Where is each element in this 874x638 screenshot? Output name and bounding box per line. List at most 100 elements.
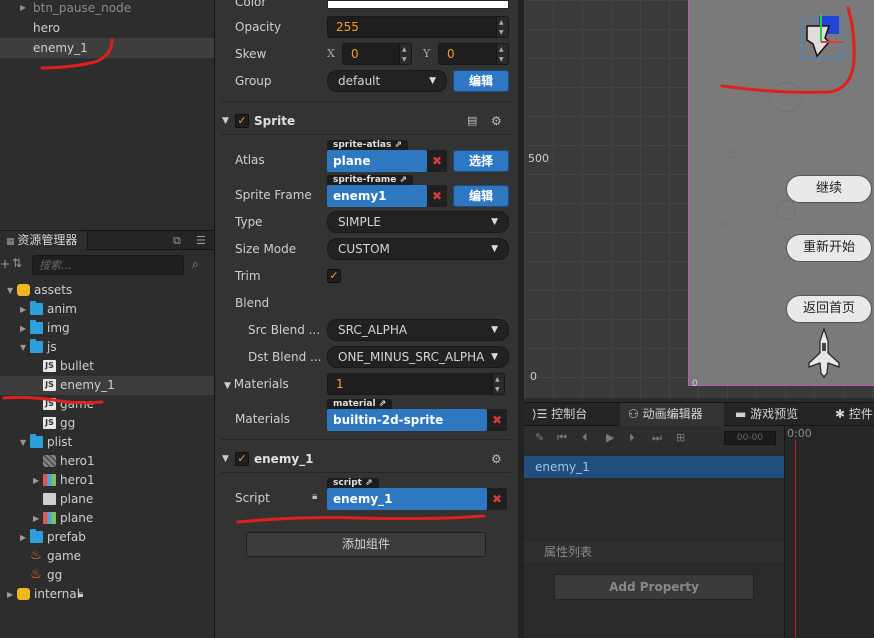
- hierarchy-item[interactable]: ▶ btn_pause_node: [0, 0, 214, 18]
- sprite-enabled-checkbox[interactable]: ✓: [235, 114, 249, 128]
- enemy-sprite-gizmo[interactable]: [799, 14, 845, 60]
- menu-icon[interactable]: ☰: [196, 234, 206, 247]
- clear-icon[interactable]: ✖: [427, 185, 447, 207]
- script-enabled-checkbox[interactable]: ✓: [235, 452, 249, 466]
- maximize-icon[interactable]: ⧉: [173, 234, 181, 248]
- first-frame-icon[interactable]: ⏮: [557, 431, 567, 445]
- expand-caret-icon[interactable]: ▶: [7, 585, 13, 604]
- collapse-caret-icon[interactable]: ▼: [222, 110, 229, 132]
- asset-tree-item[interactable]: ▶ plane: [0, 509, 214, 528]
- link-icon[interactable]: ⇗: [365, 478, 373, 488]
- expand-caret-icon[interactable]: ▶: [20, 0, 26, 18]
- asset-tree-item[interactable]: hero1: [0, 452, 214, 471]
- clear-icon[interactable]: ✖: [487, 409, 507, 431]
- asset-tree-item[interactable]: ♨ game: [0, 547, 214, 566]
- asset-tree-item[interactable]: ♨ gg: [0, 566, 214, 585]
- asset-tree-item[interactable]: ▼ js: [0, 338, 214, 357]
- create-icon[interactable]: +: [0, 257, 10, 271]
- next-frame-icon[interactable]: ⏵: [629, 431, 635, 445]
- type-dropdown[interactable]: SIMPLE ▼: [327, 211, 509, 233]
- tab-animation-editor[interactable]: ⚇ 动画编辑器: [620, 403, 724, 426]
- collapse-caret-icon[interactable]: ▼: [222, 448, 229, 470]
- dst-blend-dropdown[interactable]: ONE_MINUS_SRC_ALPHA ▼: [327, 346, 509, 368]
- expand-caret-icon[interactable]: ▶: [20, 319, 26, 338]
- expand-caret-icon[interactable]: ▶: [20, 528, 26, 547]
- hierarchy-item-selected[interactable]: enemy_1: [0, 38, 214, 58]
- hero-plane-sprite[interactable]: [807, 327, 841, 379]
- sprite-section-header[interactable]: ▼ ✓ Sprite ▤ ⚙: [221, 110, 511, 132]
- skew-y-input[interactable]: 0: [438, 43, 509, 65]
- tab-assets[interactable]: ▦ 资源管理器: [0, 231, 89, 250]
- settings-gear-icon[interactable]: ⚙: [491, 110, 502, 132]
- skew-x-input[interactable]: 0: [342, 43, 412, 65]
- sort-icon[interactable]: ⇅: [12, 256, 22, 270]
- asset-tree-item[interactable]: ▶ img: [0, 319, 214, 338]
- hierarchy-item[interactable]: hero: [0, 18, 214, 38]
- expand-caret-icon[interactable]: ▶: [33, 471, 39, 490]
- trim-checkbox[interactable]: ✓: [327, 269, 341, 283]
- settings-gear-icon[interactable]: ⚙: [491, 448, 502, 470]
- clear-icon[interactable]: ✖: [487, 488, 507, 510]
- expand-caret-icon[interactable]: ▶: [33, 509, 39, 528]
- link-icon[interactable]: ⇗: [395, 140, 403, 150]
- link-icon[interactable]: ⇗: [379, 399, 387, 409]
- atlas-select-button[interactable]: 选择: [453, 150, 509, 172]
- search-input[interactable]: [32, 255, 184, 275]
- last-frame-icon[interactable]: ⏭: [652, 431, 662, 445]
- tab-widgets[interactable]: ✱ 控件: [827, 403, 874, 426]
- tab-console[interactable]: ⟩☰ 控制台: [524, 403, 616, 426]
- scene-view[interactable]: 继续 重新开始 返回首页 500 0 0: [524, 0, 874, 398]
- asset-tree-item[interactable]: plane: [0, 490, 214, 509]
- animation-node-item[interactable]: enemy_1: [524, 456, 784, 478]
- asset-tree-item[interactable]: ▼ plist: [0, 433, 214, 452]
- group-edit-button[interactable]: 编辑: [453, 70, 509, 92]
- group-dropdown[interactable]: default ▼: [327, 70, 447, 92]
- spinner-icon[interactable]: [496, 17, 508, 37]
- opacity-input[interactable]: 255: [327, 16, 509, 38]
- sprite-frame-edit-button[interactable]: 编辑: [453, 185, 509, 207]
- help-book-icon[interactable]: ▤: [467, 110, 477, 132]
- restart-button[interactable]: 重新开始: [786, 234, 872, 262]
- add-property-button[interactable]: Add Property: [554, 574, 754, 600]
- material-field[interactable]: builtin-2d-sprite: [327, 409, 487, 431]
- size-mode-dropdown[interactable]: CUSTOM ▼: [327, 238, 509, 260]
- script-section-header[interactable]: ▼ ✓ enemy_1 ⚙: [221, 448, 511, 470]
- prev-frame-icon[interactable]: ⏴: [582, 431, 588, 445]
- collapse-caret-icon[interactable]: ▼: [224, 381, 234, 391]
- src-blend-dropdown[interactable]: SRC_ALPHA ▼: [327, 319, 509, 341]
- asset-tree-item[interactable]: ▶ internal 🔒︎: [0, 585, 214, 604]
- tab-game-preview[interactable]: ▬ 游戏预览: [727, 403, 827, 426]
- atlas-field[interactable]: plane: [327, 150, 427, 172]
- asset-tree-item[interactable]: ▼ assets: [0, 281, 214, 300]
- animation-timeline[interactable]: 0:00: [784, 426, 874, 638]
- spinner-icon[interactable]: [496, 44, 508, 64]
- asset-tree-item[interactable]: ▶ prefab: [0, 528, 214, 547]
- collapse-caret-icon[interactable]: ▼: [20, 338, 26, 357]
- script-field[interactable]: enemy_1: [327, 488, 487, 510]
- asset-tree-item[interactable]: JS gg: [0, 414, 214, 433]
- search-icon[interactable]: ⌕: [192, 257, 199, 272]
- add-event-icon[interactable]: ⊞: [676, 431, 685, 444]
- game-canvas[interactable]: 继续 重新开始 返回首页: [688, 0, 874, 386]
- playhead[interactable]: [795, 440, 796, 638]
- expand-caret-icon[interactable]: ▶: [20, 300, 26, 319]
- asset-tree-item[interactable]: JS bullet: [0, 357, 214, 376]
- color-swatch[interactable]: [327, 0, 509, 9]
- asset-tree-item[interactable]: ▶ anim: [0, 300, 214, 319]
- spinner-icon[interactable]: [492, 374, 504, 394]
- link-icon[interactable]: ⇗: [400, 175, 408, 185]
- edit-mode-icon[interactable]: ✎: [535, 431, 544, 444]
- asset-tree-item[interactable]: JS game: [0, 395, 214, 414]
- collapse-caret-icon[interactable]: ▼: [20, 433, 26, 452]
- clear-icon[interactable]: ✖: [427, 150, 447, 172]
- asset-tree-item[interactable]: ▶ hero1: [0, 471, 214, 490]
- continue-button[interactable]: 继续: [786, 175, 872, 203]
- time-input[interactable]: 00-00: [724, 431, 776, 445]
- add-component-button[interactable]: 添加组件: [246, 532, 486, 557]
- play-icon[interactable]: ▶: [606, 431, 614, 444]
- spinner-icon[interactable]: [399, 44, 411, 64]
- materials-count-input[interactable]: 1: [327, 373, 505, 395]
- home-button[interactable]: 返回首页: [786, 295, 872, 323]
- asset-tree-item[interactable]: JS enemy_1: [0, 376, 214, 395]
- collapse-caret-icon[interactable]: ▼: [7, 281, 13, 300]
